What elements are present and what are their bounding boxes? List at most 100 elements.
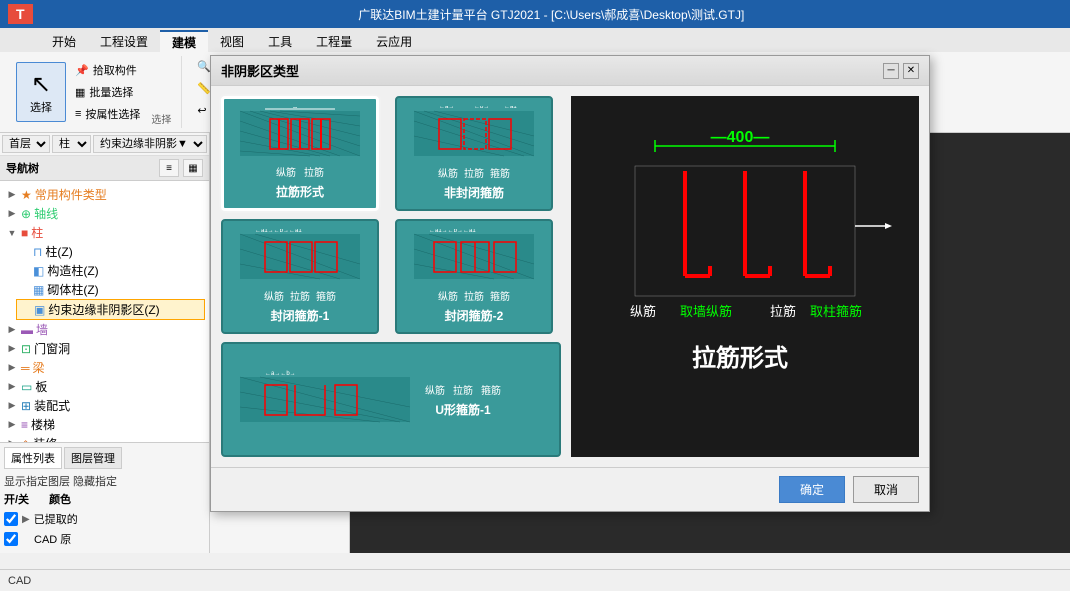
svg-text:取墙纵筋: 取墙纵筋: [680, 304, 732, 319]
status-bar: CAD: [0, 569, 1070, 591]
dialog-shadow-type: 非阴影区类型 ─ ✕: [210, 55, 930, 512]
type-card-feifengbi[interactable]: ←a→ ←b→ ←a1 纵筋 拉筋 箍筋 非封闭箍筋: [395, 96, 553, 211]
nav-tree: ▶ ★ 常用构件类型 ▶ ⊕ 轴线 ▼ ■ 柱 ⊓ 柱(Z): [0, 181, 209, 442]
select-label: 选择: [30, 99, 52, 115]
fengjin2-sublabels: 纵筋 拉筋 箍筋: [438, 288, 510, 303]
feifengbi-main-label: 非封闭箍筋: [444, 184, 504, 201]
tree-item-slab[interactable]: ▶ ▭ 板: [4, 377, 205, 396]
svg-fengjin1: ←a1→←b→←a1: [235, 229, 365, 284]
label-column: 柱: [31, 224, 43, 241]
tree-item-axis[interactable]: ▶ ⊕ 轴线: [4, 204, 205, 223]
dialog-close-btn[interactable]: ✕: [903, 63, 919, 79]
confirm-button[interactable]: 确定: [779, 476, 845, 503]
type-card-fengjin2[interactable]: ←a1→←b→←a1 纵筋 拉筋 箍筋 封闭箍筋-2: [395, 219, 553, 334]
feifengbi-sublabels: 纵筋 拉筋 箍筋: [438, 165, 510, 180]
pickup-btn[interactable]: 📌 拾取构件: [70, 60, 145, 80]
icon-beam: ═: [21, 361, 30, 375]
svg-text:←a1: ←a1: [504, 106, 517, 110]
icon-column: ■: [21, 226, 28, 240]
tree-item-structural-col[interactable]: ◧ 构造柱(Z): [16, 261, 205, 280]
svg-text:←a→←b→: ←a→←b→: [265, 371, 296, 377]
icon-masonry: ▦: [33, 283, 44, 297]
cancel-button[interactable]: 取消: [853, 476, 919, 503]
tree-item-column[interactable]: ▼ ■ 柱: [4, 223, 205, 242]
expander-slab: ▶: [6, 381, 18, 393]
layer-arrow-1: ▶: [22, 514, 30, 525]
label-beam: 梁: [33, 359, 45, 376]
attr-select-btn[interactable]: ≡ 按属性选择: [70, 104, 145, 124]
batch-select-btn[interactable]: ▦ 批量选择: [70, 82, 145, 102]
expander-masonry: [18, 284, 30, 296]
col-onoff: 开/关: [4, 491, 29, 507]
filter-select[interactable]: 约束边缘非阴影▼: [93, 135, 207, 153]
dialog-title-bar: 非阴影区类型 ─ ✕: [211, 56, 929, 86]
dialog-minimize-btn[interactable]: ─: [883, 63, 899, 79]
attr-label: 按属性选择: [85, 106, 140, 122]
ux-gj: 箍筋: [481, 382, 501, 397]
expander-structural: [18, 265, 30, 277]
ribbon-sub-group: 📌 拾取构件 ▦ 批量选择 ≡ 按属性选择: [70, 60, 145, 124]
tree-item-common[interactable]: ▶ ★ 常用构件类型: [4, 185, 205, 204]
tree-item-masonry-col[interactable]: ▦ 砌体柱(Z): [16, 280, 205, 299]
component-select[interactable]: 柱: [52, 135, 91, 153]
prop-tab-attrs[interactable]: 属性列表: [4, 447, 62, 469]
nav-title: 导航树: [6, 160, 39, 176]
tree-item-decoration[interactable]: ▶ ◈ 装修: [4, 434, 205, 442]
tree-item-opening[interactable]: ▶ ⊡ 门窗洞: [4, 339, 205, 358]
label-masonry: 砌体柱(Z): [47, 281, 98, 298]
svg-text:←a1→←b→←a1: ←a1→←b→←a1: [255, 229, 302, 234]
preview-svg-main: —400—: [571, 96, 919, 396]
expander-wall: ▶: [6, 324, 18, 336]
nav-action-grid[interactable]: ▦: [183, 159, 203, 177]
group-select-label: 选择: [149, 109, 173, 128]
batch-icon: ▦: [75, 86, 85, 99]
tree-item-wall[interactable]: ▶ ▬ 墙: [4, 320, 205, 339]
icon-structural: ◧: [33, 264, 44, 278]
col-color: 颜色: [49, 491, 71, 507]
tab-cloud[interactable]: 云应用: [364, 30, 424, 52]
tree-item-constrained[interactable]: ▣ 约束边缘非阴影区(Z): [16, 299, 205, 320]
label-col-z: 柱(Z): [45, 243, 72, 260]
tree-item-prefab[interactable]: ▶ ⊞ 装配式: [4, 396, 205, 415]
type-grid: a 纵筋 拉筋 拉筋形式: [221, 96, 561, 457]
type-card-lajin[interactable]: a 纵筋 拉筋 拉筋形式: [221, 96, 379, 211]
nav-header: 导航树 ≡ ▦: [0, 156, 209, 181]
label-prefab: 装配式: [34, 397, 70, 414]
tab-project-settings[interactable]: 工程设置: [88, 30, 160, 52]
column-sub-group: ⊓ 柱(Z) ◧ 构造柱(Z) ▦ 砌体柱(Z) ▣ 约束边缘非阴影区(Z): [16, 242, 205, 320]
tab-start[interactable]: 开始: [40, 30, 88, 52]
floor-select[interactable]: 首层: [2, 135, 50, 153]
select-button[interactable]: ↖ 选择: [16, 62, 66, 122]
lajin-sublabels: 纵筋 拉筋: [276, 164, 324, 179]
label-decoration: 装修: [33, 435, 57, 442]
type-card-fengjin1[interactable]: ←a1→←b→←a1 纵筋 拉筋 箍筋 封闭箍筋-1: [221, 219, 379, 334]
tree-item-stair[interactable]: ▶ ≡ 楼梯: [4, 415, 205, 434]
tab-tools[interactable]: 工具: [256, 30, 304, 52]
layer-check-2[interactable]: [4, 532, 18, 546]
pickup-icon: 📌: [75, 64, 89, 77]
expander-beam: ▶: [6, 362, 18, 374]
tree-item-beam[interactable]: ▶ ═ 梁: [4, 358, 205, 377]
tab-view[interactable]: 视图: [208, 30, 256, 52]
layer-check-1[interactable]: [4, 512, 18, 526]
preview-lajin: a: [235, 107, 365, 160]
tree-item-col-z[interactable]: ⊓ 柱(Z): [16, 242, 205, 261]
tab-modeling[interactable]: 建模: [160, 30, 208, 52]
pickup-label: 拾取构件: [93, 62, 137, 78]
svg-text:—400—: —400—: [711, 129, 770, 146]
tab-quantities[interactable]: 工程量: [304, 30, 364, 52]
svg-uxing: ←a→←b→: [235, 367, 415, 432]
app-logo: T: [8, 4, 33, 24]
label-constrained: 约束边缘非阴影区(Z): [48, 301, 159, 318]
svg-lajin: a: [235, 107, 365, 160]
ff-lj: 拉筋: [464, 165, 484, 180]
ux-zj: 纵筋: [425, 382, 445, 397]
uxing-sublabels: 纵筋 拉筋 箍筋: [425, 382, 501, 397]
label-opening: 门窗洞: [34, 340, 70, 357]
icon-wall: ▬: [21, 323, 33, 337]
select-icon: ↖: [31, 70, 51, 99]
prop-tab-layers[interactable]: 图层管理: [64, 447, 122, 469]
type-card-uxing[interactable]: ←a→←b→ 纵筋 拉筋 箍筋 U形箍筋-1: [221, 342, 561, 457]
nav-action-list[interactable]: ≡: [159, 159, 179, 177]
fengjin2-main-label: 封闭箍筋-2: [445, 307, 504, 324]
